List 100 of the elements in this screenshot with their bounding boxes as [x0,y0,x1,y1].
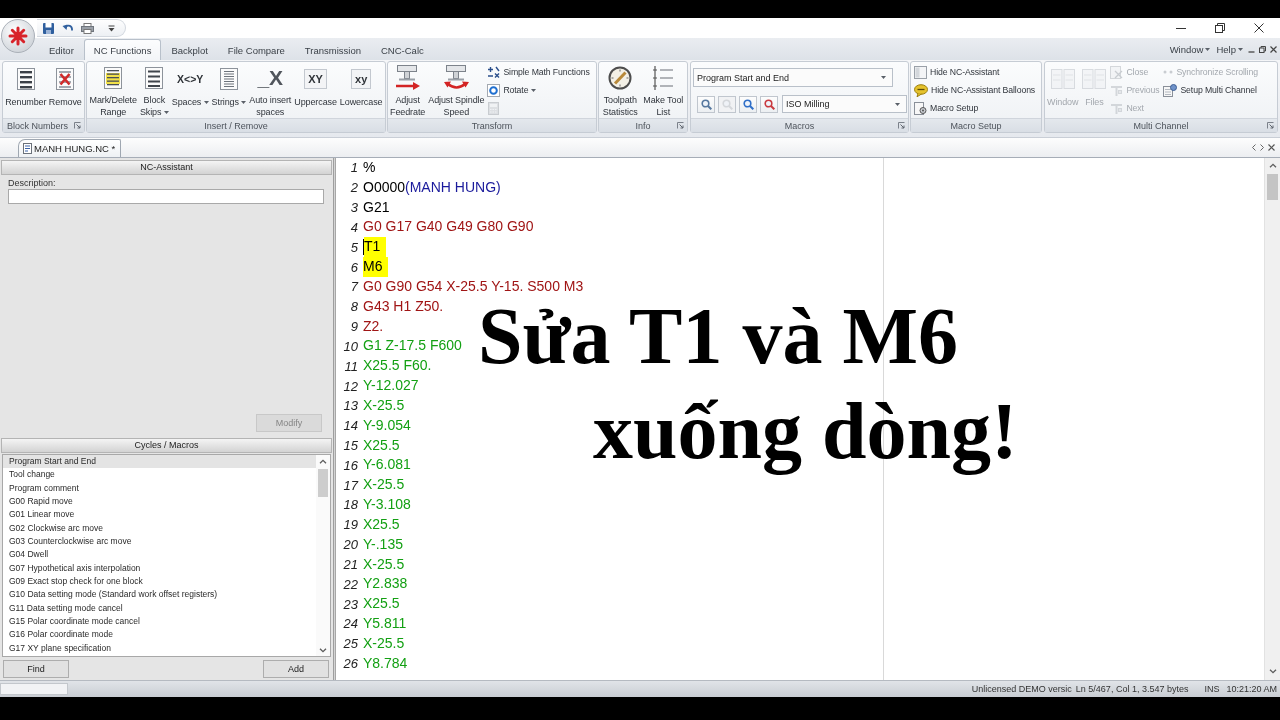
scrollbar-thumb[interactable] [1267,174,1278,200]
ribbon-button[interactable]: Setup Multi Channel [1162,81,1258,99]
magnifier-icon [742,98,754,110]
list-item[interactable]: G00 Rapid move [3,495,316,509]
save-icon[interactable] [43,22,54,34]
list-item[interactable]: G04 Dwell [3,548,316,562]
ribbon-button[interactable]: xy Lowercase [338,63,384,118]
list-item[interactable]: G15 Polar coordinate mode cancel [3,614,316,629]
magnifier-button[interactable] [739,95,757,113]
list-item[interactable]: G17 XY plane specification [3,641,316,655]
ribbon-button[interactable]: _X Auto insert spaces [248,63,293,118]
undo-icon[interactable] [62,23,73,33]
status-panel [0,683,68,695]
chevron-down-icon [319,648,327,653]
ribbon-tab[interactable]: Editor [39,39,84,60]
caret-icon [1205,47,1211,51]
list-item[interactable]: Program Start and End [3,455,316,469]
line-number: 24 [342,616,358,632]
scrollbar-thumb[interactable] [318,469,328,497]
ribbon-button[interactable]: X<>Y Spaces [170,63,210,118]
panel-title: Cycles / Macros [1,438,332,453]
ribbon-tab[interactable]: File Compare [217,39,295,60]
ribbon-button[interactable]: Remove [47,63,83,118]
caret-icon [1238,47,1243,51]
add-button[interactable]: Add [263,659,329,678]
line-number: 15 [342,438,358,453]
balloon-icon [914,83,928,97]
macro-dropdown[interactable]: Program Start and End [693,68,893,87]
list-item[interactable]: G09 Exact stop check for one block [3,574,316,589]
ribbon-button[interactable]: Macro Setup [913,99,980,117]
code-line: X25.5 [363,514,400,534]
ribbon-tab[interactable]: Transmission [294,39,371,60]
ribbon-tab[interactable]: NC Functions [83,39,162,60]
list-item[interactable]: G07 Hypothetical axis interpolation [3,561,316,575]
group-label: Transform [471,120,513,131]
caption-text: xuống dòng! [593,386,1018,477]
ribbon-button[interactable]: Block Skips [138,63,170,118]
code-line: G0 G90 G54 X-25.5 Y-15. S500 M3 [363,276,584,296]
ribbon-button[interactable]: Strings [210,63,248,118]
list-item[interactable]: G10 Data setting mode (Standard work offset registers) [3,588,316,602]
ribbon-button[interactable]: Rotate [486,81,538,99]
status-text: INS [1203,684,1221,694]
ribbon-tab[interactable]: CNC-Calc [371,39,434,60]
list-item[interactable]: Tool change [3,468,316,482]
document-tab[interactable]: MANH HUNG.NC * [18,139,122,157]
close-icon[interactable] [1254,23,1264,33]
list-item[interactable]: Program comment [3,481,316,495]
ribbon-button[interactable]: Hide NC-Assistant Balloons [913,81,1037,99]
status-text: Unlicensed DEMO versic [970,684,1073,694]
restore-icon[interactable] [1215,23,1225,33]
chevron-left-icon[interactable] [1252,144,1256,151]
spindle-arrow-icon [394,65,422,91]
find-button[interactable]: Find [3,659,69,678]
list-item[interactable]: G11 Data setting mode cancel [3,601,316,615]
ribbon-button[interactable]: Mark/Delete Range [88,63,138,118]
print-icon[interactable] [81,22,94,34]
magnifier-button[interactable] [760,95,778,113]
line-number: 4 [349,219,358,235]
list-item[interactable]: G01 Linear move [3,508,316,522]
page-lines-icon [145,67,164,89]
vertical-scrollbar[interactable] [316,455,330,656]
restore-icon[interactable] [1259,45,1266,53]
ribbon-tab[interactable]: Backplot [161,39,218,60]
list-item[interactable]: G16 Polar coordinate mode [3,628,316,642]
line-number: 13 [342,398,358,414]
line-number: 16 [342,457,358,473]
line-number: 22 [342,576,358,592]
description-field[interactable] [8,189,324,204]
ribbon-button[interactable]: Adjust Spindle Speed [427,63,486,118]
list-item[interactable]: G03 Counterclockwise arc move [3,534,316,549]
ribbon-button[interactable]: Make Tool List [642,63,685,118]
calculator-icon [487,101,501,115]
status-text: 10:21:20 AM [1225,684,1278,694]
spindle-rotate-icon [442,65,470,91]
caption-text: Sửa T1 và M6 [478,298,958,374]
letters-icon: _X [257,66,284,90]
code-line: X-25.5 [363,395,405,415]
line-number: 20 [342,537,358,553]
code-line: G1 Z-17.5 F600 [363,336,462,356]
menu-button[interactable]: Help [1215,43,1244,55]
ribbon-button[interactable]: Hide NC-Assistant [913,63,1001,81]
vertical-scrollbar[interactable] [1264,158,1280,680]
close-icon[interactable] [1268,144,1275,151]
page-cross-icon [56,68,75,90]
control-dropdown[interactable]: ISO Milling [782,95,907,113]
letters-icon: xy [351,69,372,89]
chevron-right-icon[interactable] [1260,144,1264,151]
field-label: Description: [8,178,57,189]
customize-icon[interactable] [108,24,115,32]
ribbon-button[interactable]: XY Uppercase [293,63,338,118]
line-number: 19 [342,517,358,533]
magnifier-button[interactable] [697,95,715,113]
close-icon[interactable] [1270,45,1277,53]
ribbon-button[interactable]: Simple Math Functions [486,63,591,81]
menu-button[interactable]: Window [1168,43,1212,55]
list-item[interactable]: G02 Clockwise arc move [3,521,316,535]
ribbon-button[interactable]: Adjust Feedrate [389,63,427,118]
ribbon-button[interactable]: Renumber [4,63,48,118]
numbered-page-icon [16,68,35,90]
ribbon-button[interactable]: Toolpath Statistics [601,63,639,118]
